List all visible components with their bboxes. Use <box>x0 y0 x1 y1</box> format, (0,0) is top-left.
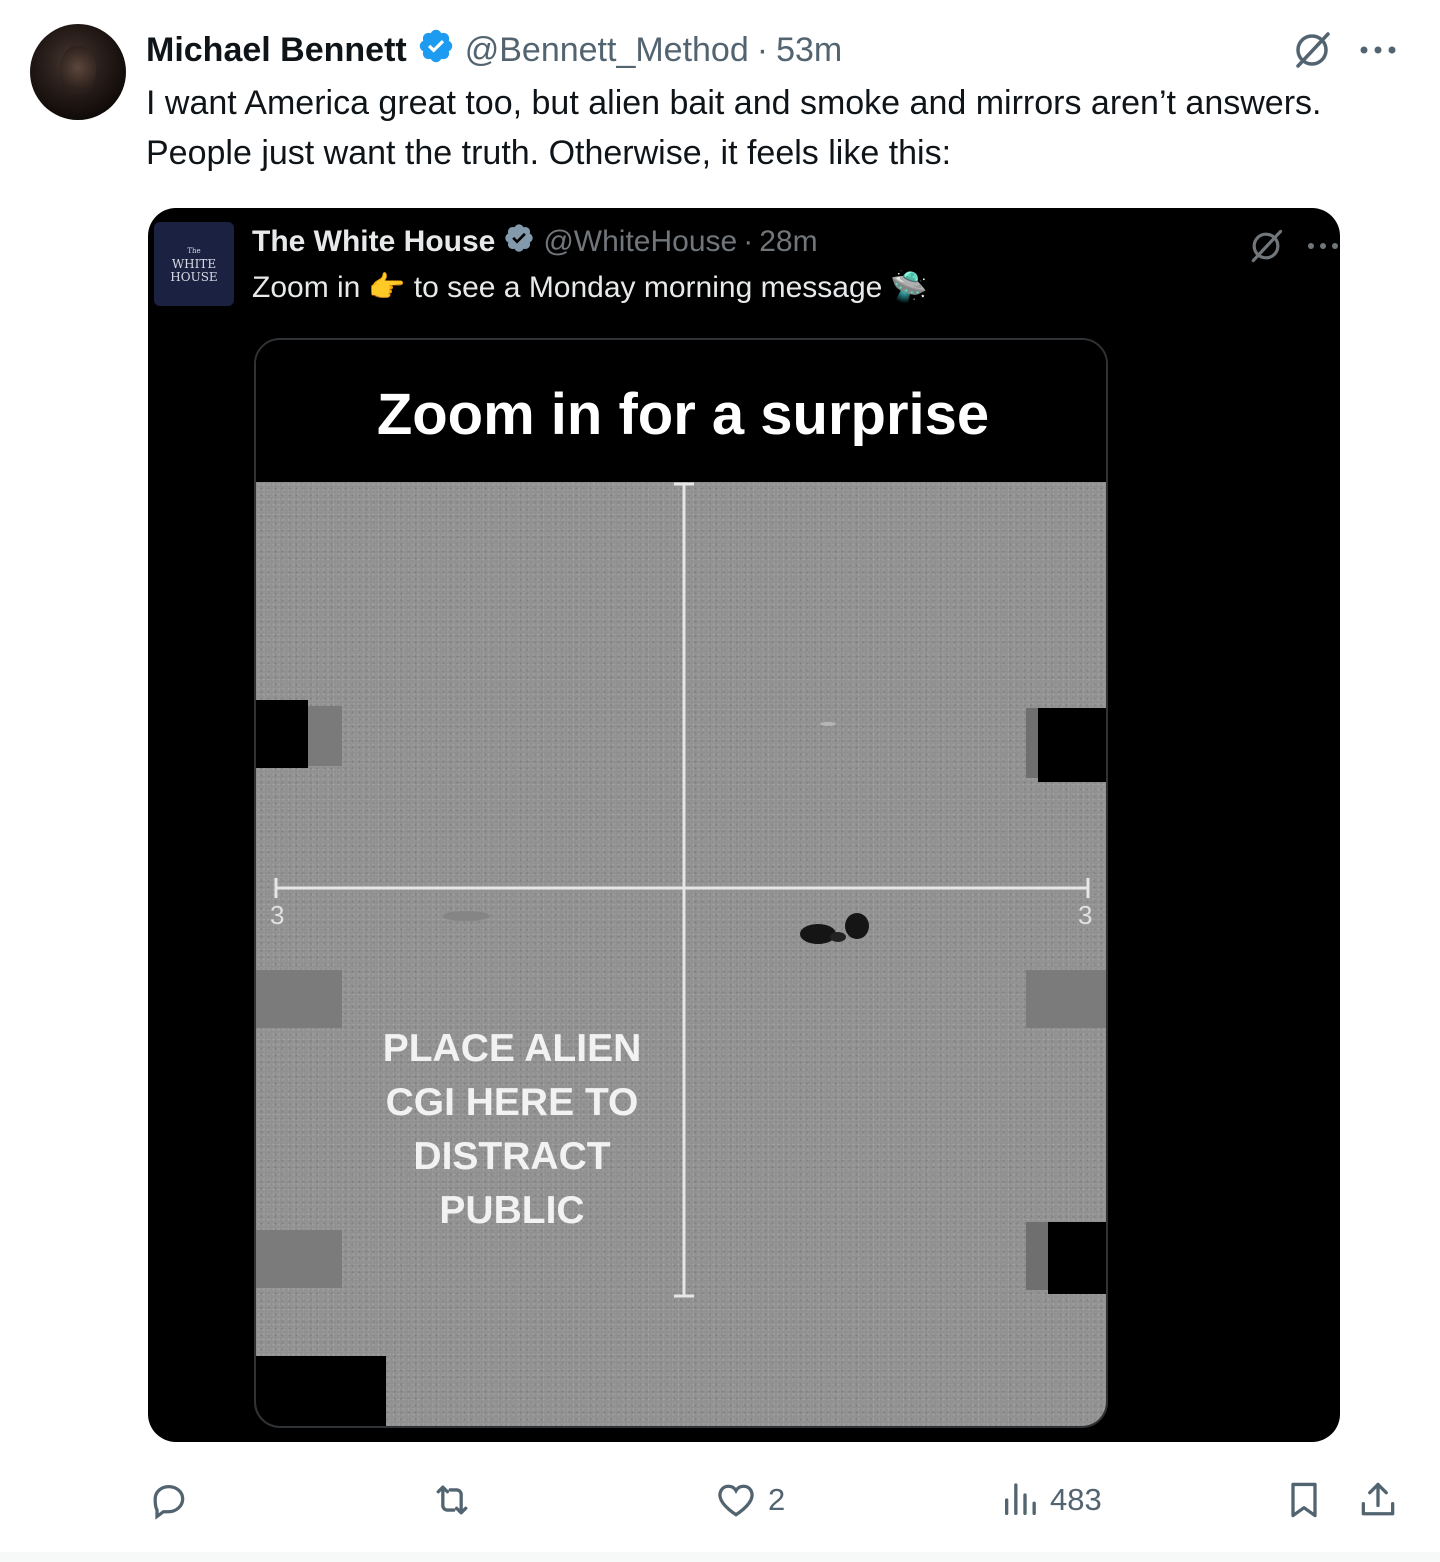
white-house-avatar: The WHITE HOUSE <box>154 222 234 306</box>
pointing-right-emoji-icon: 👉 <box>368 271 406 304</box>
feed-divider <box>0 1552 1440 1562</box>
retweet-icon <box>436 1485 468 1515</box>
views-button[interactable]: 483 <box>1000 1474 1102 1526</box>
quoted-text-end: to see a Monday morning message <box>413 271 883 304</box>
quoted-header: The White House @WhiteHouse · 28m <box>252 222 818 262</box>
alien-photo-image: Zoom in for a surprise 3 3 PLACE ALIEN C… <box>254 338 1108 1428</box>
post-header: Michael Bennett @Bennett_Method · 53m <box>146 26 842 74</box>
quoted-screenshot-media[interactable]: The WHITE HOUSE The White House @WhiteHo… <box>148 208 1340 1442</box>
views-count: 483 <box>1050 1482 1102 1517</box>
quoted-timestamp: 28m <box>759 225 818 258</box>
share-icon <box>1361 1482 1395 1516</box>
quoted-text-start: Zoom in <box>252 271 361 304</box>
gray-verified-badge-icon <box>503 222 535 262</box>
quoted-author-handle: @WhiteHouse <box>543 225 738 258</box>
alien-cgi-overlay-text: PLACE ALIEN CGI HERE TO DISTRACT PUBLIC <box>382 1027 642 1232</box>
post-timestamp[interactable]: 53m <box>776 31 842 70</box>
quoted-text: Zoom in 👉 to see a Monday morning messag… <box>252 268 936 308</box>
bookmark-icon <box>1291 1482 1317 1518</box>
reply-icon <box>153 1484 185 1520</box>
analytics-icon <box>1005 1483 1036 1515</box>
more-icon[interactable] <box>1356 32 1400 68</box>
grok-icon[interactable] <box>1290 28 1334 72</box>
like-count: 2 <box>768 1482 786 1517</box>
verified-badge-icon[interactable] <box>417 27 455 74</box>
author-name[interactable]: Michael Bennett <box>146 31 407 70</box>
post-text: I want America great too, but alien bait… <box>146 84 1322 172</box>
like-button[interactable]: 2 <box>714 1474 785 1526</box>
author-handle[interactable]: @Bennett_Method <box>465 31 749 70</box>
retweet-button[interactable] <box>428 1474 486 1526</box>
bookmark-button[interactable] <box>1282 1474 1326 1526</box>
grainy-radar-photo: 3 3 PLACE ALIEN CGI HERE TO DISTRACT PUB… <box>256 482 1106 1426</box>
quoted-author-name: The White House <box>252 225 496 258</box>
ufo-emoji-icon: 🛸 <box>890 271 928 304</box>
axis-label-left: 3 <box>270 900 285 930</box>
heart-icon <box>718 1484 754 1517</box>
photo-overlay-graphics <box>256 482 1106 1426</box>
quoted-more-icon <box>1306 232 1340 260</box>
zoom-banner-text: Zoom in for a surprise <box>256 340 1106 482</box>
quoted-grok-icon <box>1246 226 1286 266</box>
axis-label-right: 3 <box>1078 900 1093 930</box>
reply-button[interactable] <box>146 1474 200 1526</box>
separator-dot: · <box>756 30 769 69</box>
share-button[interactable] <box>1356 1474 1400 1526</box>
quoted-separator-dot: · <box>743 225 754 258</box>
avatar[interactable] <box>30 24 126 120</box>
